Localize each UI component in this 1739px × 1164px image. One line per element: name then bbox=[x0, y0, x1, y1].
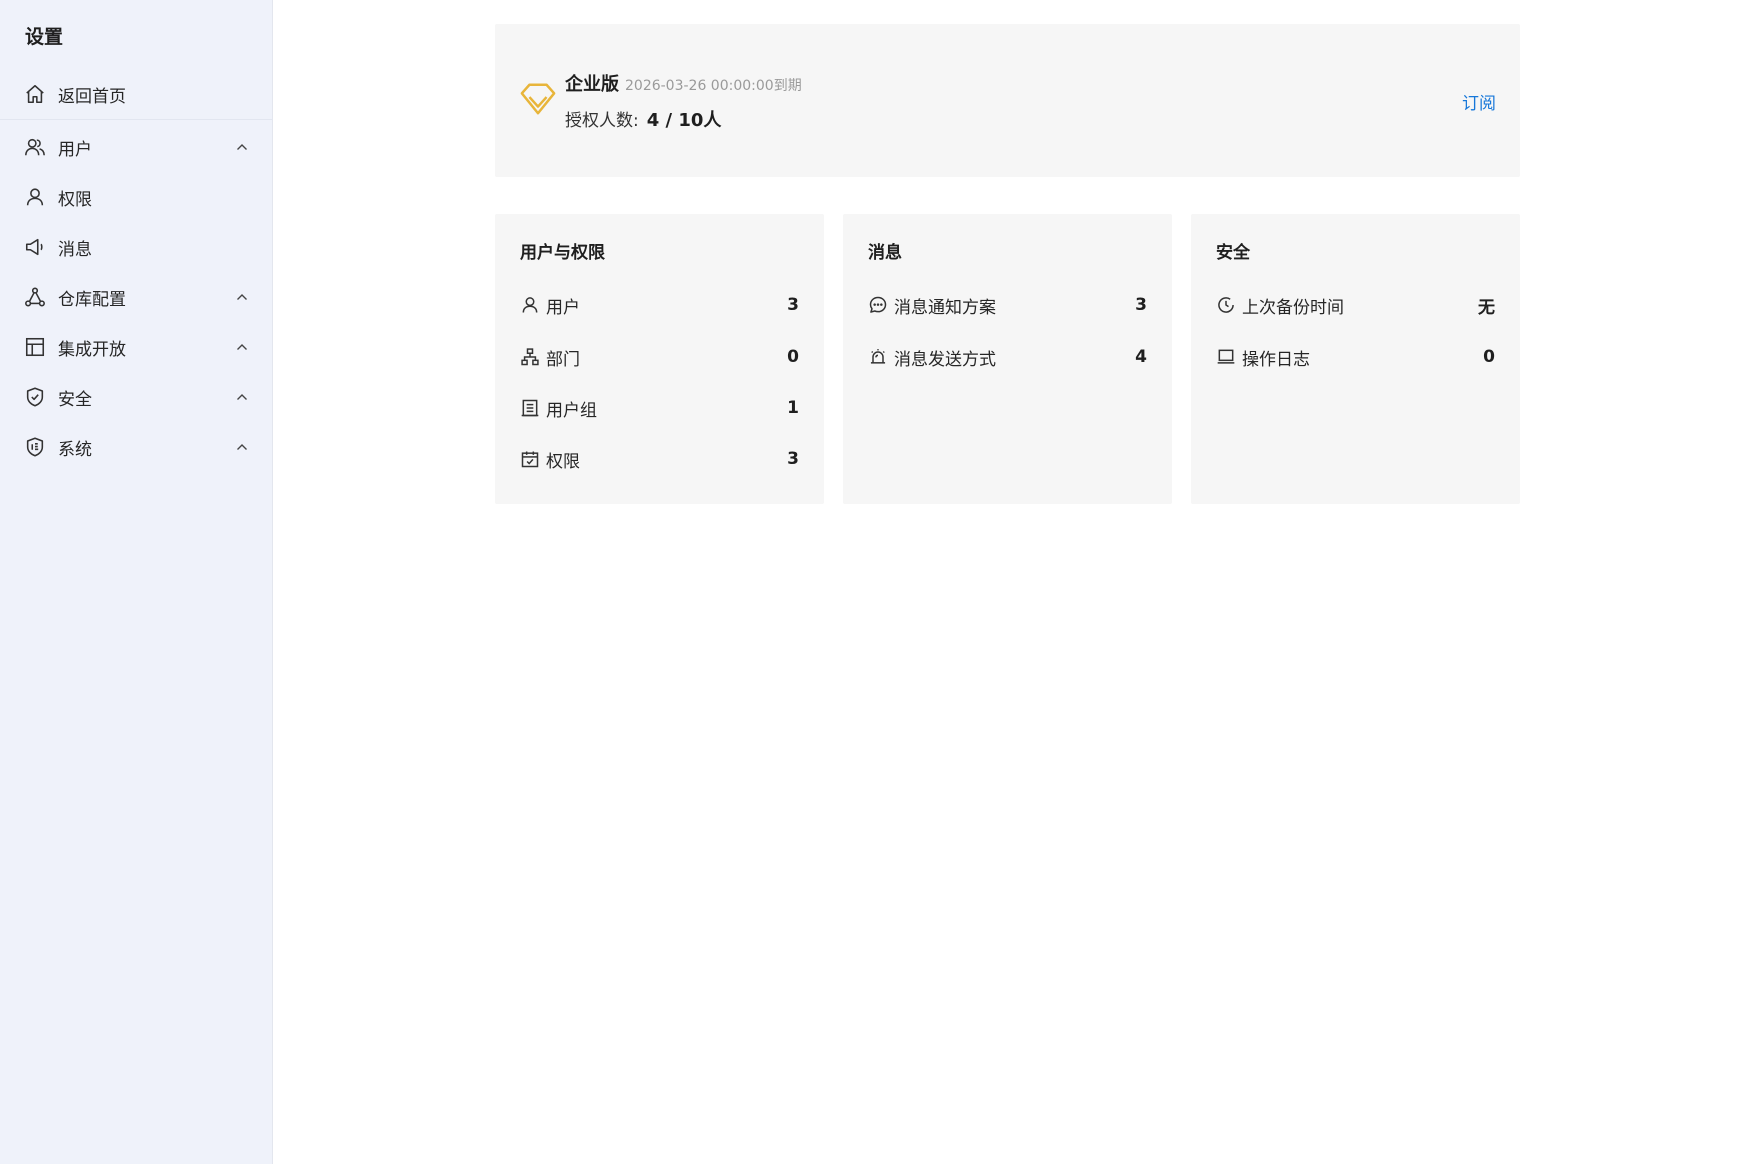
row-label: 部门 bbox=[546, 349, 580, 370]
sidebar-item-label: 权限 bbox=[58, 189, 92, 210]
row-value: 0 bbox=[1483, 347, 1495, 367]
seats-label: 授权人数: bbox=[565, 111, 639, 131]
user-icon bbox=[24, 186, 46, 208]
sidebar-item-label: 系统 bbox=[58, 439, 92, 460]
row-label: 消息通知方案 bbox=[894, 297, 996, 318]
shield-check-icon bbox=[24, 386, 46, 408]
sidebar-item-home[interactable]: 返回首页 bbox=[0, 71, 273, 117]
building-icon bbox=[520, 398, 540, 418]
card-title: 消息 bbox=[868, 243, 902, 263]
row-value: 无 bbox=[1478, 297, 1495, 318]
row-value: 4 bbox=[1135, 347, 1147, 367]
sidebar-item-repository[interactable]: 仓库配置 bbox=[0, 274, 273, 320]
nodes-icon bbox=[24, 286, 46, 308]
sidebar-item-permissions[interactable]: 权限 bbox=[0, 174, 273, 220]
sidebar-item-users[interactable]: 用户 bbox=[0, 124, 273, 170]
sidebar-item-label: 消息 bbox=[58, 239, 92, 260]
row-label: 权限 bbox=[546, 451, 580, 472]
stat-row-permissions[interactable]: 权限 3 bbox=[520, 446, 799, 472]
stat-row-send-methods[interactable]: 消息发送方式 4 bbox=[868, 344, 1147, 370]
row-label: 上次备份时间 bbox=[1242, 297, 1344, 318]
chat-bubble-icon bbox=[868, 295, 888, 315]
calendar-check-icon bbox=[520, 449, 540, 469]
card-users-permissions: 用户与权限 用户 3 部门 0 用户组 1 权限 3 bbox=[495, 214, 824, 504]
stat-row-operation-log[interactable]: 操作日志 0 bbox=[1216, 344, 1495, 370]
card-title: 用户与权限 bbox=[520, 243, 605, 263]
edition-row: 企业版 2026-03-26 00:00:00到期 bbox=[565, 70, 802, 96]
card-title: 安全 bbox=[1216, 243, 1250, 263]
chevron-up-icon[interactable] bbox=[235, 340, 249, 354]
sidebar-item-label: 用户 bbox=[58, 139, 92, 160]
edition-name: 企业版 bbox=[565, 74, 619, 95]
sidebar-item-integration[interactable]: 集成开放 bbox=[0, 324, 273, 370]
users-icon bbox=[24, 136, 46, 158]
chevron-up-icon[interactable] bbox=[235, 440, 249, 454]
row-label: 消息发送方式 bbox=[894, 349, 996, 370]
home-icon bbox=[24, 83, 46, 105]
stat-row-departments[interactable]: 部门 0 bbox=[520, 344, 799, 370]
row-value: 0 bbox=[787, 347, 799, 367]
edition-expiry: 2026-03-26 00:00:00到期 bbox=[625, 78, 802, 94]
row-value: 3 bbox=[1135, 295, 1147, 315]
sidebar: 设置 返回首页 用户 权限 消息 仓库配置 集成开放 安全 系统 bbox=[0, 0, 273, 1164]
row-label: 用户组 bbox=[546, 400, 597, 421]
sidebar-item-label: 集成开放 bbox=[58, 339, 126, 360]
sidebar-item-messages[interactable]: 消息 bbox=[0, 224, 273, 270]
megaphone-icon bbox=[24, 236, 46, 258]
seats-row: 授权人数: 4 / 10人 bbox=[565, 106, 721, 132]
stat-row-last-backup[interactable]: 上次备份时间 无 bbox=[1216, 292, 1495, 318]
row-value: 1 bbox=[787, 398, 799, 418]
sidebar-divider bbox=[0, 119, 273, 120]
chevron-up-icon[interactable] bbox=[235, 390, 249, 404]
subscribe-link[interactable]: 订阅 bbox=[1462, 89, 1496, 114]
stat-row-user-groups[interactable]: 用户组 1 bbox=[520, 395, 799, 421]
stat-row-users[interactable]: 用户 3 bbox=[520, 292, 799, 318]
sidebar-item-security[interactable]: 安全 bbox=[0, 374, 273, 420]
chevron-up-icon[interactable] bbox=[235, 290, 249, 304]
user-icon bbox=[520, 295, 540, 315]
org-chart-icon bbox=[520, 347, 540, 367]
shield-badge-icon bbox=[24, 436, 46, 458]
sidebar-title: 设置 bbox=[25, 26, 64, 48]
row-value: 3 bbox=[787, 295, 799, 315]
alarm-icon bbox=[868, 347, 888, 367]
sidebar-item-system[interactable]: 系统 bbox=[0, 424, 273, 470]
settings-app: 设置 返回首页 用户 权限 消息 仓库配置 集成开放 安全 系统 企业版 202… bbox=[0, 0, 1739, 1164]
stat-row-notification-schemes[interactable]: 消息通知方案 3 bbox=[868, 292, 1147, 318]
chevron-up-icon[interactable] bbox=[235, 140, 249, 154]
row-label: 操作日志 bbox=[1242, 349, 1310, 370]
card-security: 安全 上次备份时间 无 操作日志 0 bbox=[1191, 214, 1520, 504]
laptop-icon bbox=[1216, 347, 1236, 367]
row-value: 3 bbox=[787, 449, 799, 469]
clock-icon bbox=[1216, 295, 1236, 315]
seats-value: 4 / 10人 bbox=[646, 110, 722, 131]
sidebar-item-label: 返回首页 bbox=[58, 86, 126, 107]
license-card: 企业版 2026-03-26 00:00:00到期 授权人数: 4 / 10人 … bbox=[495, 24, 1520, 177]
layout-icon bbox=[24, 336, 46, 358]
card-messages: 消息 消息通知方案 3 消息发送方式 4 bbox=[843, 214, 1172, 504]
diamond-icon bbox=[520, 83, 556, 115]
row-label: 用户 bbox=[546, 297, 580, 318]
sidebar-item-label: 仓库配置 bbox=[58, 289, 126, 310]
sidebar-item-label: 安全 bbox=[58, 389, 92, 410]
